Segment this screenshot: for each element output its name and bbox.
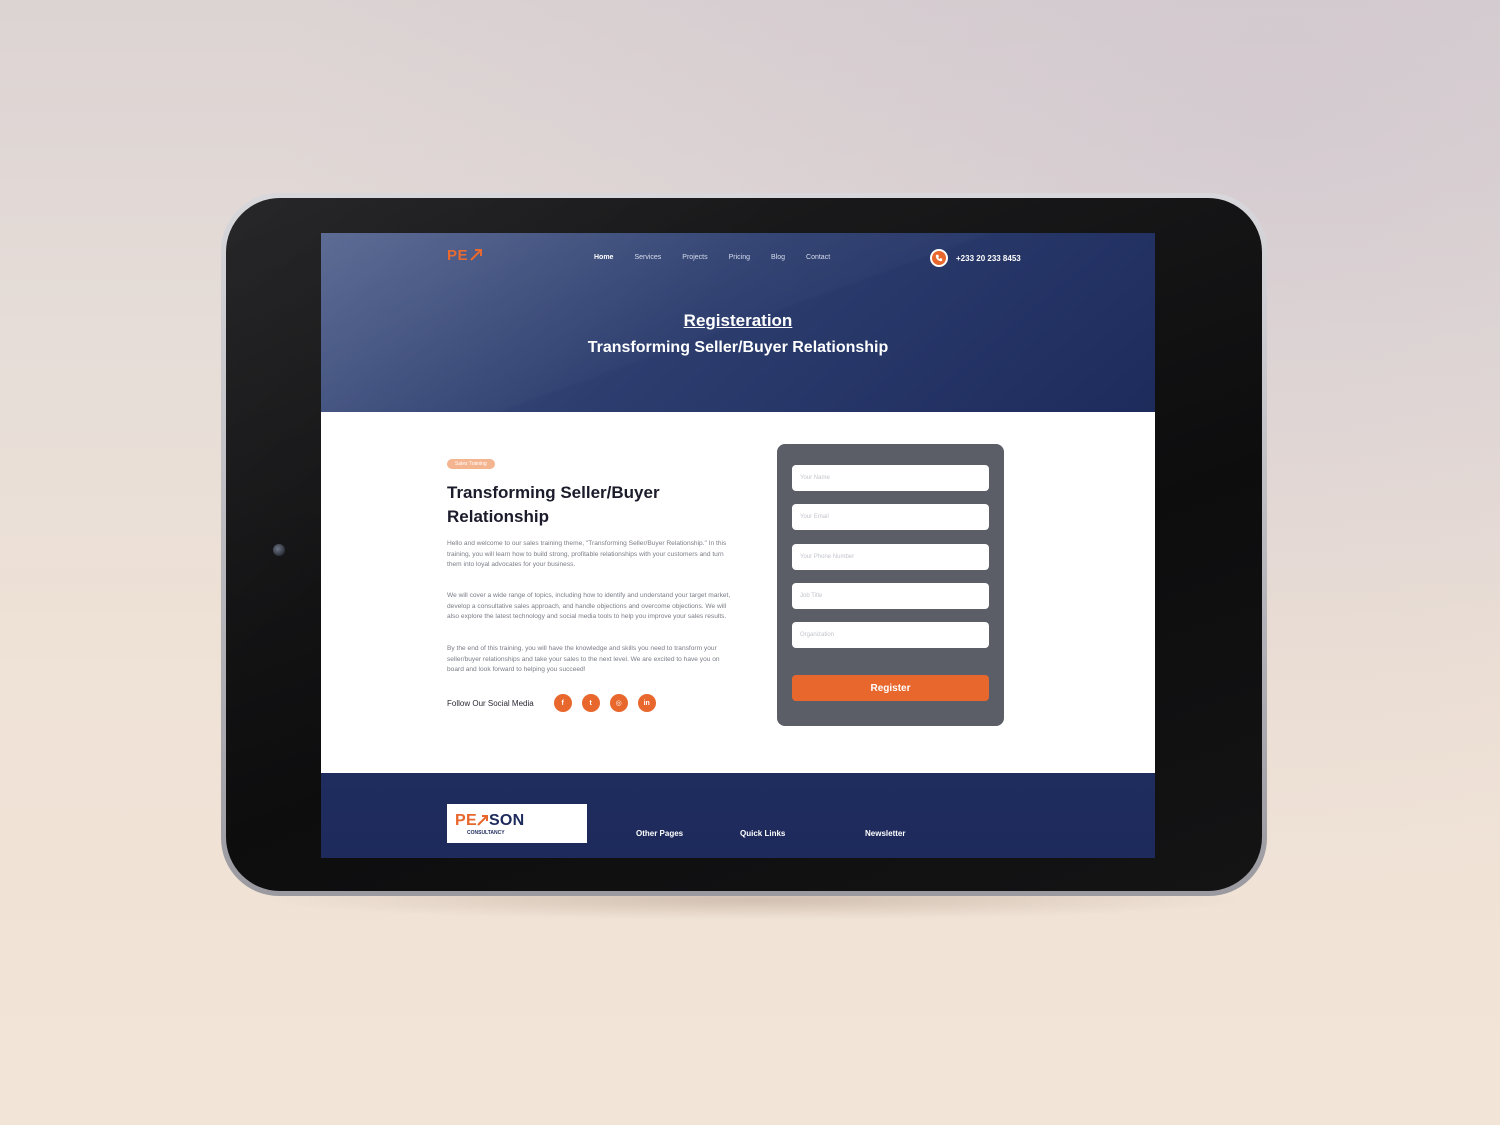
organization-field[interactable]: Organization xyxy=(792,622,989,648)
job-title-field[interactable]: Job Title xyxy=(792,583,989,609)
facebook-glyph: f xyxy=(561,699,564,707)
topics-paragraph: We will cover a wide range of topics, in… xyxy=(447,592,731,621)
site-footer: PE SON CONSULTANCY Other Pages Quick Link… xyxy=(321,773,1155,858)
phone-number: +233 20 233 8453 xyxy=(956,253,1021,263)
footer-logo-tagline: CONSULTANCY xyxy=(467,830,505,836)
nav-item-projects[interactable]: Projects xyxy=(682,254,707,261)
nav-item-home[interactable]: Home xyxy=(594,254,613,261)
social-follow-row: Follow Our Social Media f t ◎ in xyxy=(447,694,666,712)
footer-heading-quick-links: Quick Links xyxy=(740,829,786,838)
name-field[interactable]: Your Name xyxy=(792,465,989,491)
page-title: Registeration xyxy=(683,311,793,330)
phone-field[interactable]: Your Phone Number xyxy=(792,544,989,570)
instagram-glyph: ◎ xyxy=(615,700,622,707)
tablet-device: PE Home Services Projects Pricing Blog C… xyxy=(221,193,1267,896)
email-field[interactable]: Your Email xyxy=(792,504,989,530)
registration-form: Your Name Your Email Your Phone Number J… xyxy=(777,444,1004,726)
facebook-icon[interactable]: f xyxy=(553,694,572,712)
organization-placeholder: Organization xyxy=(800,632,835,638)
footer-logo-wordmark: PE SON xyxy=(455,812,525,830)
footer-heading-other-pages: Other Pages xyxy=(636,829,684,838)
twitter-glyph: t xyxy=(589,699,592,707)
phone-contact[interactable]: +233 20 233 8453 xyxy=(930,249,1021,267)
tablet-screen: PE Home Services Projects Pricing Blog C… xyxy=(321,233,1155,858)
nav-item-pricing[interactable]: Pricing xyxy=(729,254,750,261)
arrow-logo-icon xyxy=(477,815,488,826)
linkedin-icon[interactable]: in xyxy=(637,694,656,712)
phone-icon xyxy=(930,249,948,267)
follow-label: Follow Our Social Media xyxy=(447,698,534,708)
hero-banner: PE Home Services Projects Pricing Blog C… xyxy=(321,233,1155,412)
logo-text: PE xyxy=(447,247,469,264)
email-placeholder: Your Email xyxy=(800,514,829,520)
site-logo[interactable]: PE xyxy=(447,247,483,264)
footer-logo-son: SON xyxy=(488,812,525,829)
linkedin-glyph: in xyxy=(643,699,650,707)
register-button[interactable]: Register xyxy=(792,675,989,701)
phone-placeholder: Your Phone Number xyxy=(800,554,855,560)
camera-icon xyxy=(273,544,285,556)
arrow-logo-icon xyxy=(470,249,483,261)
main-nav: Home Services Projects Pricing Blog Cont… xyxy=(594,254,851,261)
job-title-placeholder: Job Title xyxy=(800,593,823,599)
page-subtitle: Transforming Seller/Buyer Relationship xyxy=(587,339,889,356)
nav-item-services[interactable]: Services xyxy=(634,254,661,261)
instagram-icon[interactable]: ◎ xyxy=(609,694,628,712)
section-title: Transforming Seller/Buyer Relationship xyxy=(447,483,660,526)
closing-paragraph: By the end of this training, you will ha… xyxy=(447,645,720,674)
intro-paragraph: Hello and welcome to our sales training … xyxy=(447,540,727,569)
category-badge: Sales Training xyxy=(447,459,495,469)
tablet-bezel: PE Home Services Projects Pricing Blog C… xyxy=(226,198,1262,891)
nav-item-blog[interactable]: Blog xyxy=(771,254,785,261)
nav-item-contact[interactable]: Contact xyxy=(806,254,830,261)
footer-logo[interactable]: PE SON CONSULTANCY xyxy=(447,804,587,843)
footer-logo-pe: PE xyxy=(455,812,477,829)
name-placeholder: Your Name xyxy=(800,475,830,481)
twitter-icon[interactable]: t xyxy=(581,694,600,712)
footer-heading-newsletter: Newsletter xyxy=(865,829,906,838)
